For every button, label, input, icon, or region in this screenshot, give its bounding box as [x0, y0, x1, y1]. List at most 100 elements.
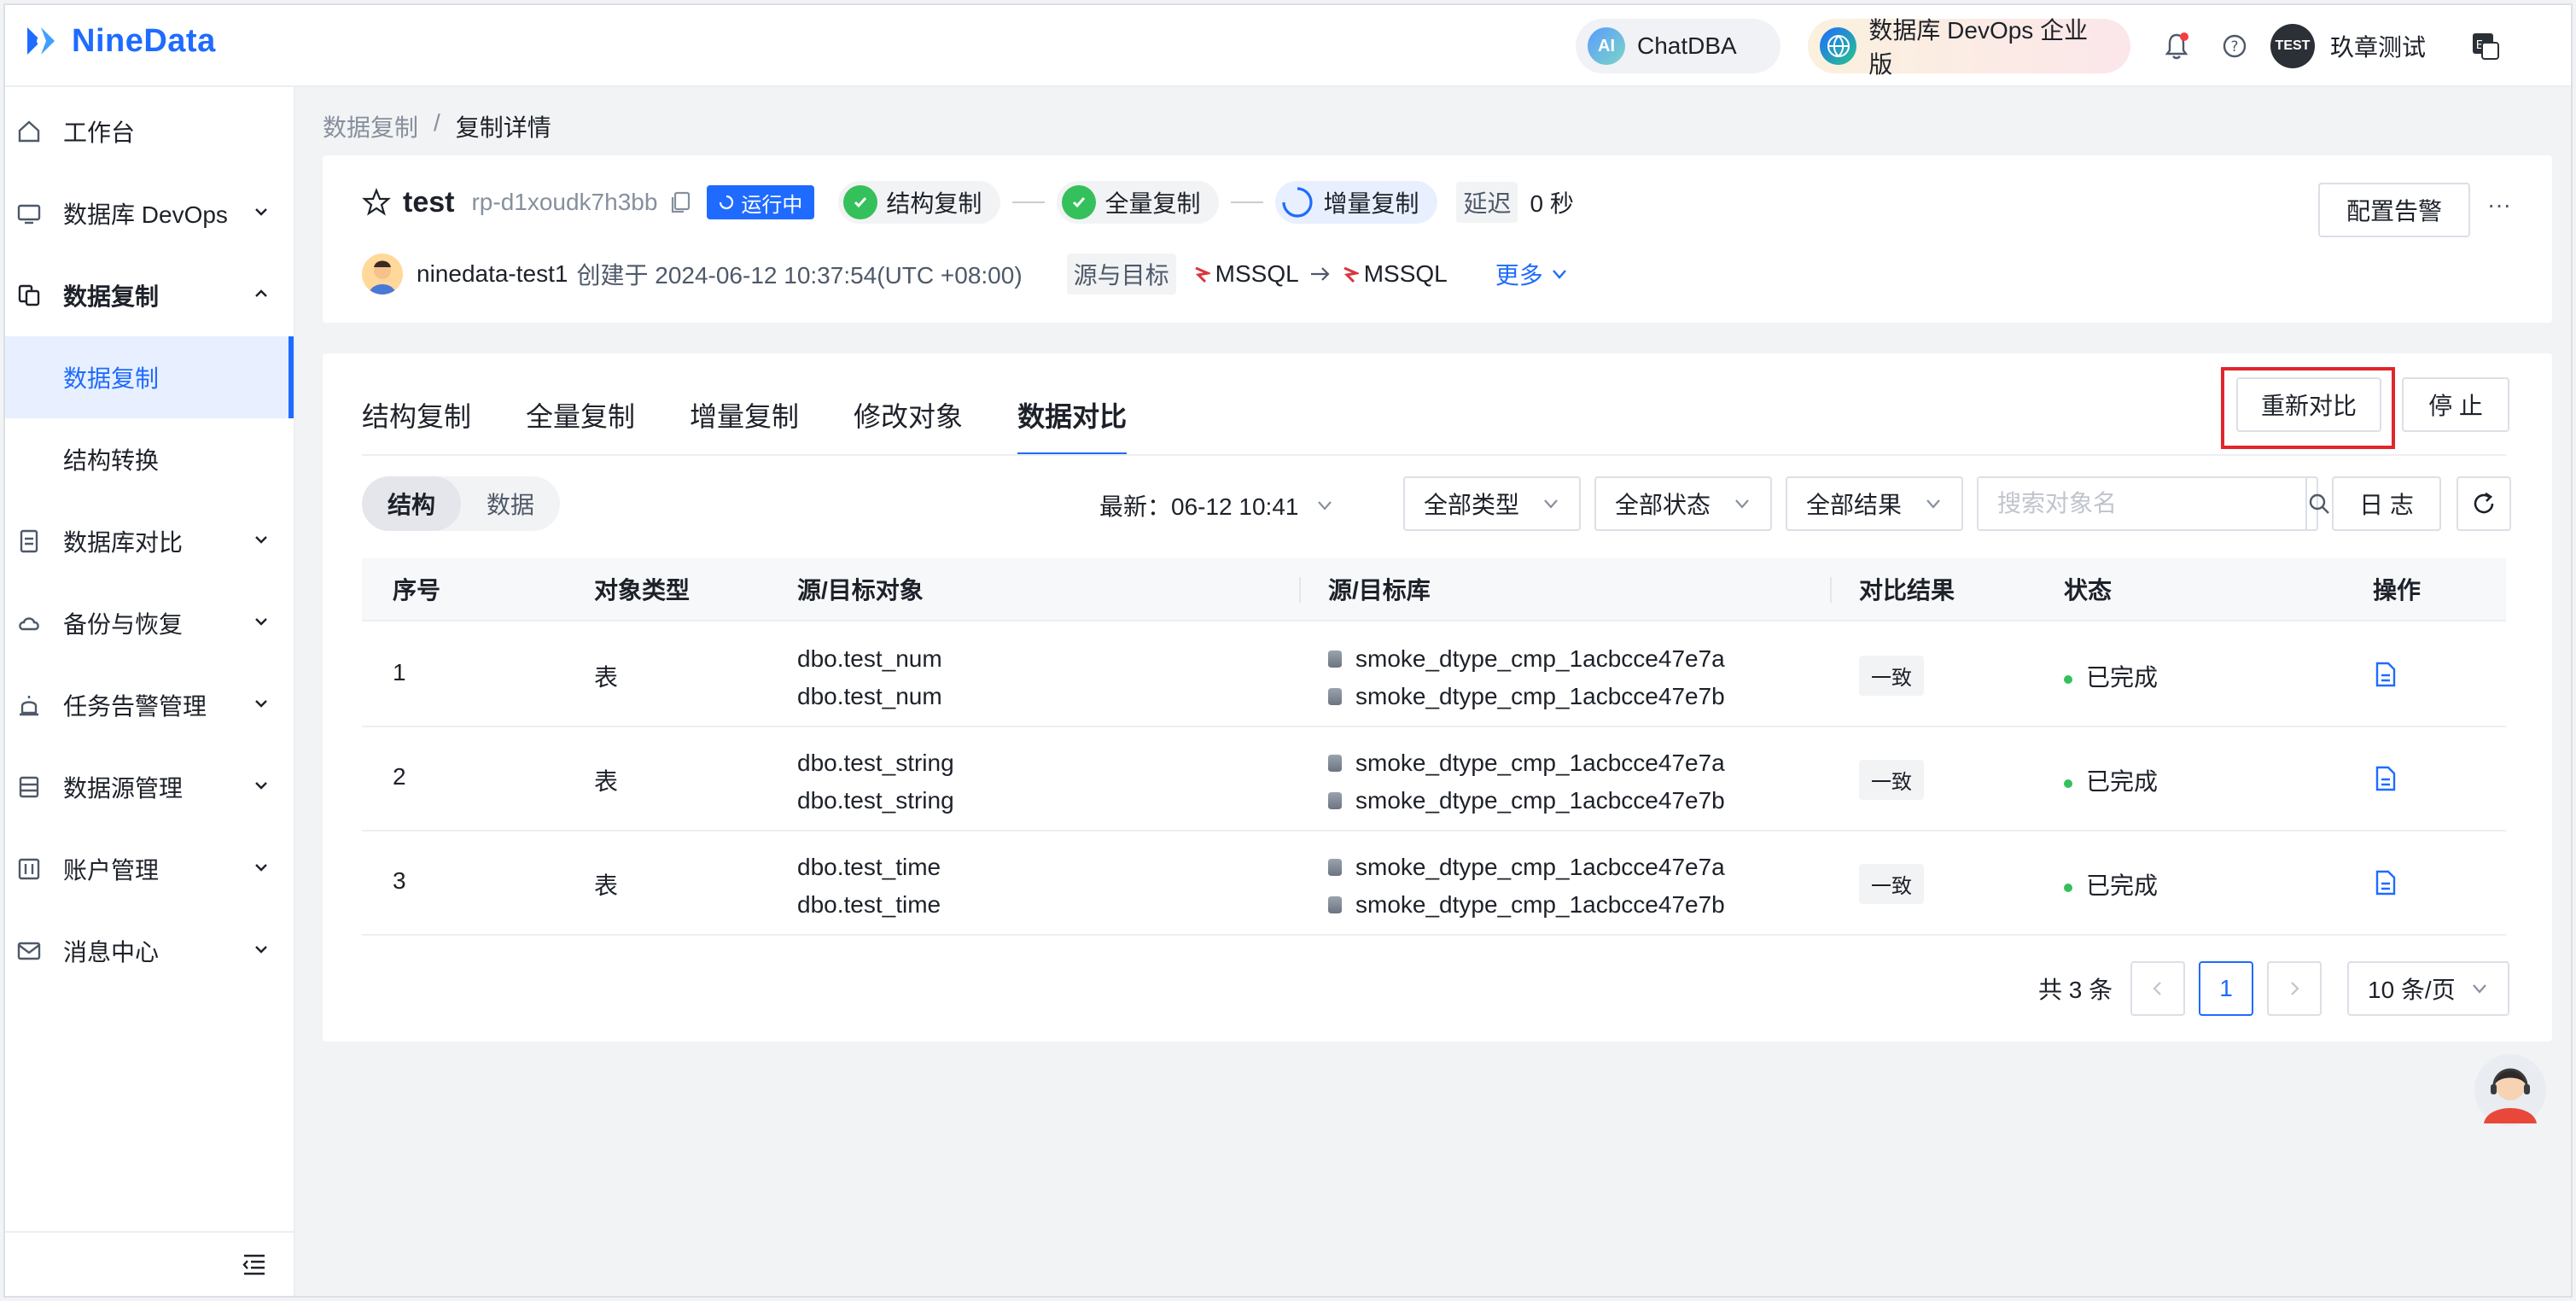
status-filter-value: 全部状态 [1615, 492, 1711, 518]
page-button[interactable]: 1 [2199, 961, 2253, 1016]
brand-name: NineData [72, 22, 216, 59]
chevron-down-icon [255, 618, 267, 626]
ai-icon: AI [1588, 27, 1625, 65]
sidebar-subitem-replication[interactable]: 数据复制 [5, 336, 294, 418]
column-header: 序号 [393, 577, 441, 604]
compare-card: 结构复制 全量复制 增量复制 修改对象 数据对比 重新对比 停 止 结构 数据 … [323, 353, 2552, 1041]
detail-document-icon[interactable] [2375, 765, 2397, 792]
sidebar-item-accounts[interactable]: 账户管理 [5, 828, 294, 910]
stop-button[interactable]: 停 止 [2402, 377, 2509, 432]
tab-modify-objects[interactable]: 修改对象 [854, 374, 963, 456]
breadcrumb-parent[interactable]: 数据复制 [323, 109, 418, 143]
user-menu[interactable]: TEST 玖章测试 [2270, 24, 2426, 68]
sidebar-item-messages[interactable]: 消息中心 [5, 910, 294, 992]
logo[interactable]: NineData [20, 20, 216, 61]
src-target-label: 源与目标 [1066, 254, 1176, 295]
creator-name: ninedata-test1 [417, 260, 568, 287]
more-link[interactable]: 更多 [1495, 257, 1569, 291]
tabs-divider [362, 454, 2506, 456]
db-names: smoke_dtype_cmp_1acbcce47e7a smoke_dtype… [1328, 849, 1725, 924]
breadcrumb-separator: / [434, 109, 440, 136]
sidebar-item-devops[interactable]: 数据库 DevOps [5, 172, 294, 254]
latest-compare-select[interactable]: 最新：06-12 10:41 [1099, 488, 1334, 522]
help-icon[interactable]: ? [2218, 29, 2252, 63]
tab-incremental[interactable]: 增量复制 [690, 374, 799, 456]
stage-incremental: 增量复制 [1275, 181, 1438, 224]
ninedata-logo-icon [27, 27, 55, 55]
sidebar: 工作台 数据库 DevOps 数据复制 数据复制 结构转换 数据库对比 备份与恢… [5, 87, 295, 1296]
creator-avatar [362, 254, 403, 295]
home-icon [14, 116, 44, 147]
detail-document-icon[interactable] [2375, 661, 2397, 688]
status-text: 已完成 [2086, 872, 2159, 899]
devops-label: 数据库 DevOps 企业版 [1868, 17, 2089, 78]
sidebar-item-datasource[interactable]: 数据源管理 [5, 746, 294, 828]
chatdba-button[interactable]: AI ChatDBA [1576, 19, 1780, 73]
page-size-select[interactable]: 10 条/页 [2347, 961, 2509, 1016]
db-names: smoke_dtype_cmp_1acbcce47e7a smoke_dtype… [1328, 744, 1725, 820]
type-filter[interactable]: 全部类型 [1403, 476, 1581, 531]
status-dot [2064, 779, 2072, 788]
table-row: 3 表 dbo.test_time dbo.test_time smoke_dt… [362, 831, 2506, 936]
collapse-sidebar-icon[interactable] [241, 1251, 268, 1277]
segment-structure[interactable]: 结构 [362, 476, 462, 531]
segment-data[interactable]: 数据 [461, 476, 560, 531]
tab-structure[interactable]: 结构复制 [362, 374, 471, 456]
database-icon [1328, 859, 1342, 876]
result-filter[interactable]: 全部结果 [1786, 476, 1963, 531]
db-names: smoke_dtype_cmp_1acbcce47e7a smoke_dtype… [1328, 640, 1725, 715]
search-input[interactable] [1979, 478, 2305, 529]
sidebar-item-db-compare[interactable]: 数据库对比 [5, 500, 294, 582]
more-options-icon[interactable]: ··· [2487, 191, 2511, 219]
database-icon [1328, 688, 1342, 705]
check-icon [843, 185, 878, 219]
refresh-button[interactable] [2457, 476, 2511, 531]
copy-icon[interactable] [669, 190, 691, 214]
mssql-icon [1195, 266, 1210, 283]
globe-icon [1820, 27, 1857, 65]
sidebar-item-label: 工作台 [63, 120, 136, 146]
status-filter[interactable]: 全部状态 [1594, 476, 1772, 531]
customer-service-icon[interactable] [2472, 1052, 2549, 1129]
detail-document-icon[interactable] [2375, 869, 2397, 896]
bell-icon[interactable] [2159, 29, 2194, 63]
task-title-row: test rp-d1xoudk7h3bb 运行中 结构复制 全量复制 增量复制 … [362, 181, 1574, 224]
table-row: 2 表 dbo.test_string dbo.test_string smok… [362, 727, 2506, 831]
stage-label: 结构复制 [886, 190, 982, 217]
delay-label: 延迟 [1456, 182, 1518, 223]
database-icon [1328, 792, 1342, 809]
row-number: 3 [393, 867, 406, 894]
pagination-total: 共 3 条 [2038, 977, 2113, 1003]
source-object: dbo.test_num [797, 645, 942, 672]
task-meta-row: ninedata-test1 创建于 2024-06-12 10:37:54(U… [362, 253, 1569, 295]
spinner-icon [1282, 187, 1314, 218]
delay-value: 0 秒 [1530, 190, 1574, 217]
sidebar-item-replication[interactable]: 数据复制 [5, 254, 294, 336]
chevron-left-icon [2153, 982, 2161, 995]
app-window: NineData AI ChatDBA 数据库 DevOps 企业版 ? TES… [3, 3, 2573, 1298]
column-header: 源/目标库 [1328, 577, 1431, 604]
chevron-down-icon [255, 782, 267, 790]
sql-console-icon [14, 198, 44, 229]
recompare-button[interactable]: 重新对比 [2236, 377, 2381, 432]
language-icon[interactable]: En [2468, 29, 2503, 63]
search-button[interactable] [2305, 478, 2331, 529]
sidebar-item-workbench[interactable]: 工作台 [5, 90, 294, 172]
log-button[interactable]: 日 志 [2332, 476, 2441, 531]
status-dot [2064, 674, 2072, 684]
star-icon[interactable] [362, 188, 391, 217]
mssql-icon [1343, 266, 1359, 283]
sidebar-item-alarms[interactable]: 任务告警管理 [5, 664, 294, 746]
breadcrumb: 数据复制 / 复制详情 [323, 109, 551, 143]
prev-page-button[interactable] [2130, 961, 2185, 1016]
sidebar-subitem-conversion[interactable]: 结构转换 [5, 418, 294, 500]
sidebar-item-backup[interactable]: 备份与恢复 [5, 582, 294, 664]
object-type: 表 [594, 768, 619, 795]
next-page-button[interactable] [2267, 961, 2322, 1016]
top-header: NineData AI ChatDBA 数据库 DevOps 企业版 ? TES… [5, 5, 2571, 87]
devops-edition-button[interactable]: 数据库 DevOps 企业版 [1808, 17, 2130, 78]
source-db-name: smoke_dtype_cmp_1acbcce47e7a [1355, 750, 1725, 776]
tab-full[interactable]: 全量复制 [526, 374, 635, 456]
configure-alert-button[interactable]: 配置告警 [2318, 183, 2470, 237]
tab-data-compare[interactable]: 数据对比 [1017, 374, 1128, 456]
